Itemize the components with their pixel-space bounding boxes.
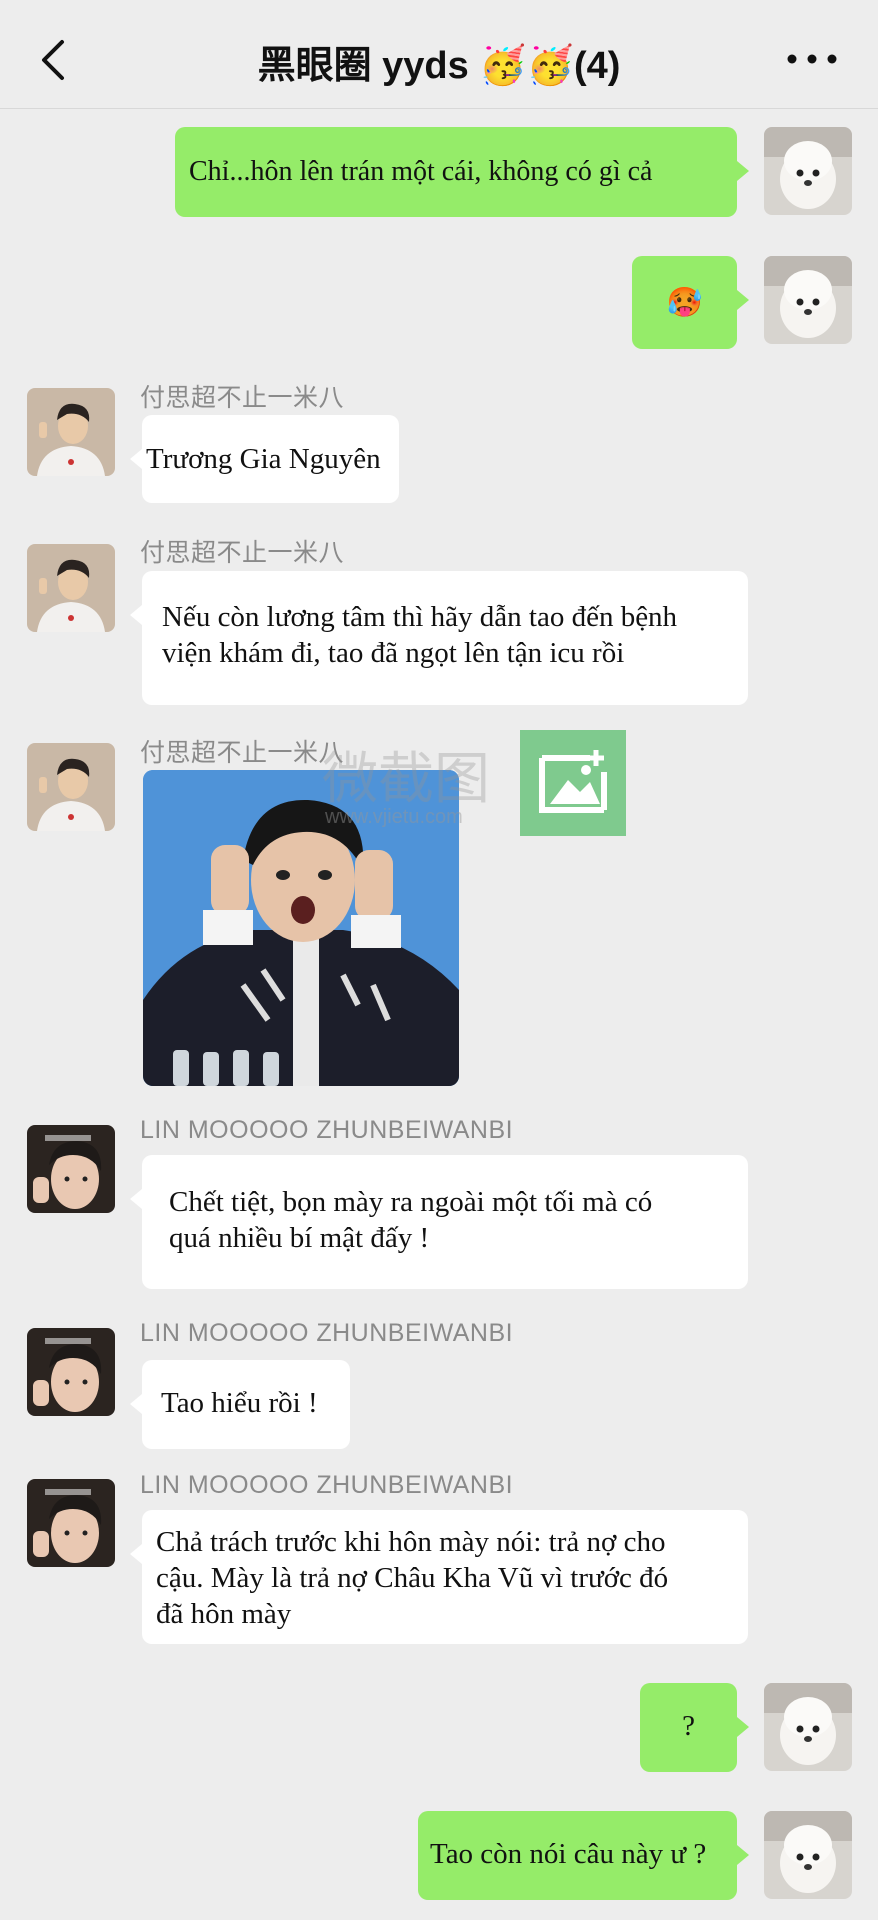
sender-avatar[interactable] xyxy=(27,1328,115,1416)
message-bubble-outgoing[interactable]: 🥵 xyxy=(632,256,749,349)
emoji-hot-face: 🥵 xyxy=(666,285,703,319)
message-text: ? xyxy=(682,1710,695,1742)
boy-avatar-icon xyxy=(27,544,115,632)
lin-avatar-icon xyxy=(27,1125,115,1213)
sender-avatar[interactable] xyxy=(27,544,115,632)
image-crop-icon xyxy=(539,750,607,813)
message-text-line: cậu. Mày là trả nợ Châu Kha Vũ vì trước … xyxy=(156,1562,669,1594)
message-text: Tao hiểu rồi ! xyxy=(161,1387,318,1419)
chevron-left-icon xyxy=(42,40,64,80)
message-bubble-outgoing[interactable]: Chỉ...hôn lên trán một cái, không có gì … xyxy=(175,127,749,217)
message-text-line: quá nhiều bí mật đấy ! xyxy=(169,1222,430,1254)
dog-avatar-icon xyxy=(764,256,852,344)
sender-avatar[interactable] xyxy=(27,388,115,476)
dog-avatar-icon xyxy=(764,1683,852,1771)
more-dots-icon xyxy=(787,54,837,64)
sender-avatar[interactable] xyxy=(27,1479,115,1567)
sender-avatar[interactable] xyxy=(27,743,115,831)
lin-avatar-icon xyxy=(27,1479,115,1567)
sender-avatar[interactable] xyxy=(27,1125,115,1213)
message-bubble-outgoing[interactable]: Tao còn nói câu này ư ? xyxy=(418,1811,749,1900)
message-text: Trương Gia Nguyên xyxy=(146,443,381,475)
back-button[interactable] xyxy=(36,38,72,82)
dog-avatar-icon xyxy=(764,127,852,215)
my-avatar[interactable] xyxy=(764,1811,852,1899)
message-text-line: viện khám đi, tao đã ngọt lên tận icu rồ… xyxy=(162,637,625,669)
message-bubble-outgoing[interactable]: ? xyxy=(640,1683,749,1772)
sender-name: LIN MOOOOO ZHUNBEIWANBI xyxy=(140,1319,514,1347)
message-bubble-incoming[interactable]: Chết tiệt, bọn mày ra ngoài một tối mà c… xyxy=(130,1155,748,1289)
chat-header: 黑眼圈 yyds 🥳🥳(4) xyxy=(0,0,878,109)
my-avatar[interactable] xyxy=(764,127,852,215)
chat-title: 黑眼圈 yyds 🥳🥳(4) xyxy=(257,45,621,87)
message-bubble-incoming[interactable]: Trương Gia Nguyên xyxy=(130,415,399,503)
message-bubble-incoming[interactable]: Chả trách trước khi hôn mày nói: trả nợ … xyxy=(130,1510,748,1644)
watermark-text: 微截图 xyxy=(322,747,490,812)
boy-avatar-icon xyxy=(27,743,115,831)
sender-name: LIN MOOOOO ZHUNBEIWANBI xyxy=(140,1116,514,1144)
sender-name: LIN MOOOOO ZHUNBEIWANBI xyxy=(140,1471,514,1499)
message-bubble-incoming[interactable]: Tao hiểu rồi ! xyxy=(130,1360,350,1449)
sender-name: 付思超不止一米八 xyxy=(140,539,345,567)
sender-name: 付思超不止一米八 xyxy=(140,384,345,412)
message-text-line: Chết tiệt, bọn mày ra ngoài một tối mà c… xyxy=(169,1186,653,1218)
dog-avatar-icon xyxy=(764,1811,852,1899)
message-text: Tao còn nói câu này ư ? xyxy=(430,1838,707,1870)
message-bubble-incoming[interactable]: Nếu còn lương tâm thì hãy dẫn tao đến bệ… xyxy=(130,571,748,705)
my-avatar[interactable] xyxy=(764,1683,852,1771)
lin-avatar-icon xyxy=(27,1328,115,1416)
my-avatar[interactable] xyxy=(764,256,852,344)
watermark-url: www.vjietu.com xyxy=(325,806,463,828)
message-text-line: Nếu còn lương tâm thì hãy dẫn tao đến bệ… xyxy=(162,601,678,633)
watermark-icon xyxy=(520,730,626,836)
sender-name: 付思超不止一米八 xyxy=(140,739,345,767)
more-button[interactable] xyxy=(782,44,842,74)
message-text: Chỉ...hôn lên trán một cái, không có gì … xyxy=(189,156,653,187)
message-text-line: đã hôn mày xyxy=(156,1598,292,1630)
message-text-line: Chả trách trước khi hôn mày nói: trả nợ … xyxy=(156,1526,666,1558)
boy-avatar-icon xyxy=(27,388,115,476)
